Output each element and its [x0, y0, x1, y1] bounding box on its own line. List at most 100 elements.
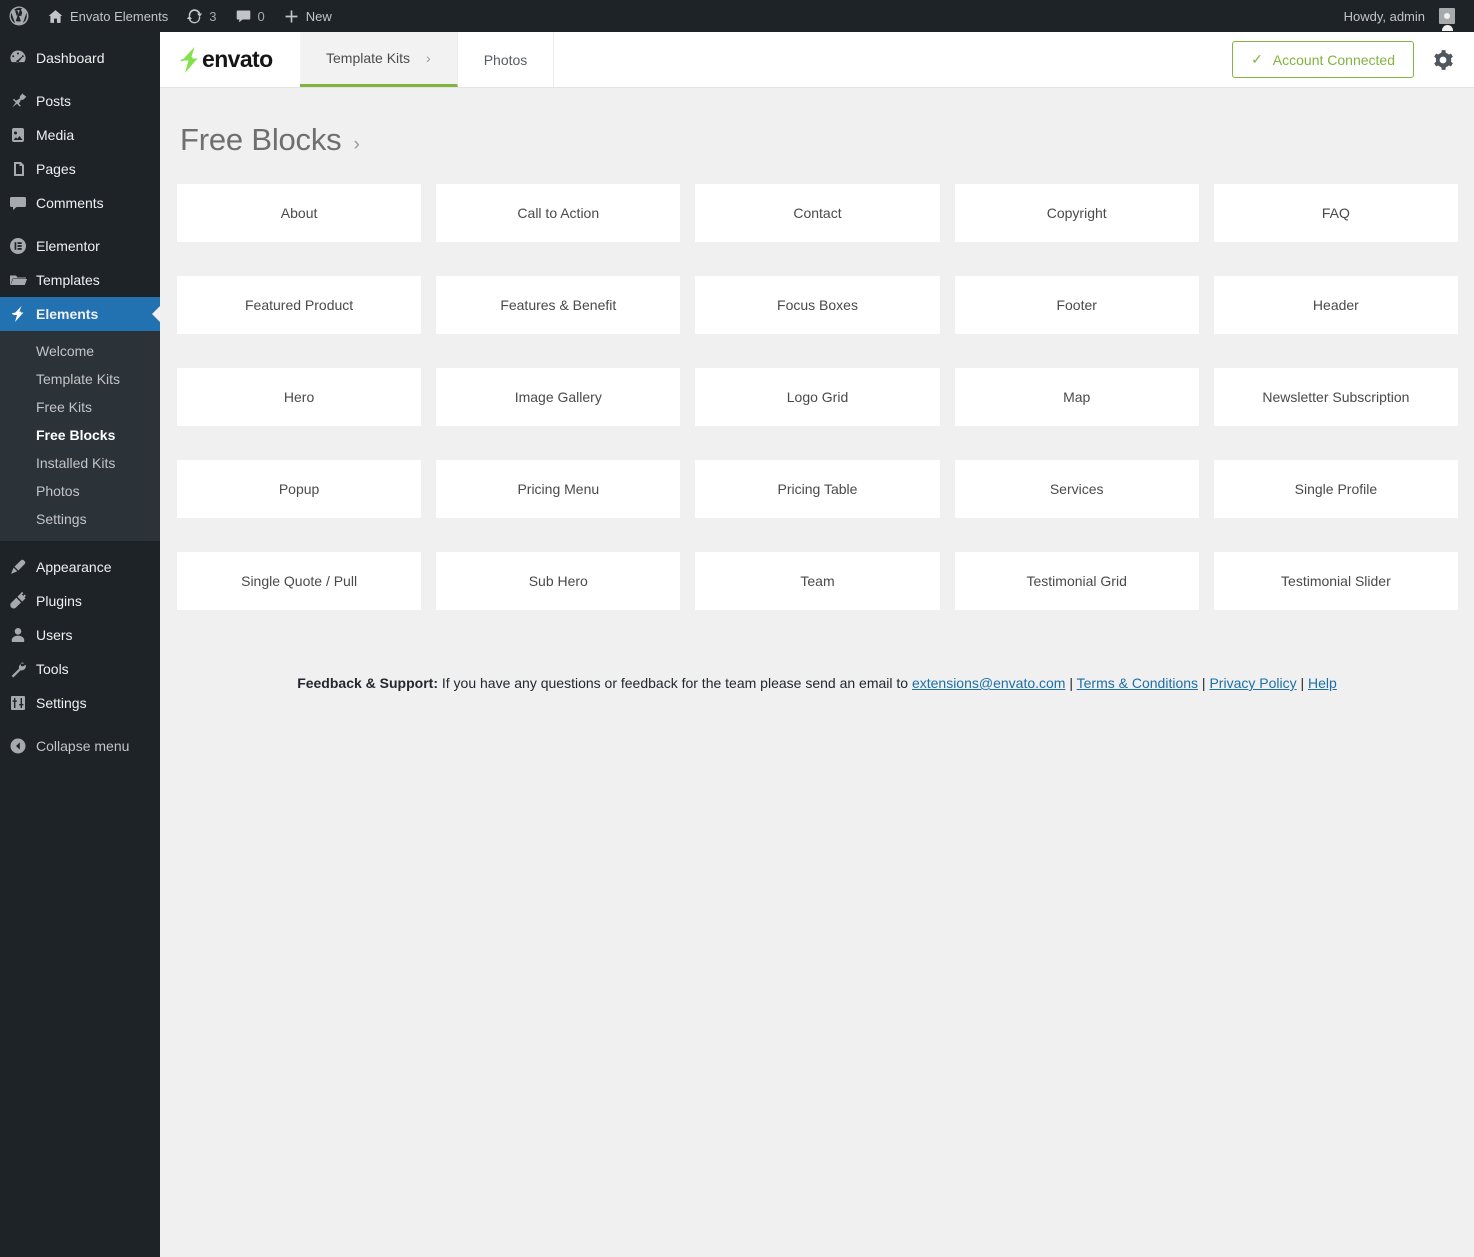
- sidebar-item-appearance[interactable]: Appearance: [0, 550, 160, 584]
- block-card[interactable]: Image Gallery: [436, 368, 681, 426]
- sidebar-item-label: Settings: [36, 695, 87, 711]
- sidebar-item-elements[interactable]: Elements: [0, 297, 160, 331]
- block-card[interactable]: Team: [695, 552, 940, 610]
- feedback-label: Feedback & Support:: [297, 675, 438, 691]
- block-card[interactable]: Map: [954, 368, 1199, 426]
- chevron-right-icon: ›: [426, 50, 431, 66]
- collapse-menu-label: Collapse menu: [36, 738, 130, 754]
- settings-sliders-icon: [0, 693, 36, 713]
- block-card[interactable]: Popup: [177, 460, 422, 518]
- block-card[interactable]: Copyright: [954, 184, 1199, 242]
- comments-menu[interactable]: 0: [226, 0, 274, 32]
- my-account-menu[interactable]: Howdy, admin: [1335, 0, 1464, 32]
- block-card[interactable]: Contact: [695, 184, 940, 242]
- collapse-menu-button[interactable]: Collapse menu: [0, 729, 160, 763]
- settings-gear-button[interactable]: [1432, 49, 1454, 71]
- new-content-menu[interactable]: New: [274, 0, 341, 32]
- collapse-arrow-icon: [0, 736, 36, 756]
- block-card[interactable]: Single Quote / Pull: [177, 552, 422, 610]
- separator: |: [1296, 675, 1309, 691]
- sidebar-item-users[interactable]: Users: [0, 618, 160, 652]
- page-title-text: Free Blocks: [180, 122, 342, 157]
- sidebar-item-label: Users: [36, 627, 73, 643]
- page-title: Free Blocks ›: [180, 122, 1474, 158]
- sidebar-item-pages[interactable]: Pages: [0, 152, 160, 186]
- sidebar-item-templates[interactable]: Templates: [0, 263, 160, 297]
- tab-template-kits[interactable]: Template Kits ›: [300, 32, 458, 87]
- tab-photos-label: Photos: [483, 51, 528, 68]
- sidebar-item-label: Dashboard: [36, 50, 105, 66]
- block-card[interactable]: Featured Product: [177, 276, 422, 334]
- privacy-policy-link[interactable]: Privacy Policy: [1209, 675, 1296, 691]
- block-card[interactable]: About: [177, 184, 422, 242]
- sidebar-item-label: Templates: [36, 272, 100, 288]
- separator: |: [1198, 675, 1210, 691]
- block-card[interactable]: Single Profile: [1213, 460, 1458, 518]
- envato-bolt-icon: [0, 304, 36, 324]
- sidebar-subitem-template-kits[interactable]: Template Kits: [0, 365, 160, 393]
- sidebar-item-label: Comments: [36, 195, 104, 211]
- menu-separator-3: [0, 541, 160, 550]
- brush-icon: [0, 557, 36, 577]
- sidebar-item-tools[interactable]: Tools: [0, 652, 160, 686]
- feedback-text: If you have any questions or feedback fo…: [437, 675, 912, 691]
- block-card[interactable]: Pricing Menu: [436, 460, 681, 518]
- menu-separator-2: [0, 220, 160, 229]
- tab-photos[interactable]: Photos: [458, 32, 555, 87]
- sidebar-item-dashboard[interactable]: Dashboard: [0, 41, 160, 75]
- sidebar-item-label: Posts: [36, 93, 72, 109]
- sidebar-subitem-welcome[interactable]: Welcome: [0, 337, 160, 365]
- block-card[interactable]: Call to Action: [436, 184, 681, 242]
- support-email-link[interactable]: extensions@envato.com: [912, 675, 1066, 691]
- header-right-actions: ✓ Account Connected: [1232, 32, 1474, 87]
- wrench-icon: [0, 659, 36, 679]
- help-link[interactable]: Help: [1308, 675, 1337, 691]
- sidebar-item-comments[interactable]: Comments: [0, 186, 160, 220]
- elements-submenu: Welcome Template Kits Free Kits Free Blo…: [0, 331, 160, 541]
- sidebar-subitem-installed-kits[interactable]: Installed Kits: [0, 449, 160, 477]
- new-label: New: [305, 8, 332, 24]
- sidebar-subitem-settings[interactable]: Settings: [0, 505, 160, 533]
- updates-menu[interactable]: 3: [177, 0, 225, 32]
- sidebar-subitem-free-blocks[interactable]: Free Blocks: [0, 421, 160, 449]
- block-card[interactable]: Header: [1213, 276, 1458, 334]
- comments-count: 0: [257, 8, 265, 24]
- block-card[interactable]: Hero: [177, 368, 422, 426]
- pin-icon: [0, 91, 36, 111]
- sidebar-subitem-free-kits[interactable]: Free Kits: [0, 393, 160, 421]
- sidebar-item-settings[interactable]: Settings: [0, 686, 160, 720]
- check-icon: ✓: [1251, 51, 1263, 67]
- sidebar-item-plugins[interactable]: Plugins: [0, 584, 160, 618]
- site-name-menu[interactable]: Envato Elements: [38, 0, 177, 32]
- account-connected-button[interactable]: ✓ Account Connected: [1232, 41, 1414, 78]
- block-card[interactable]: Focus Boxes: [695, 276, 940, 334]
- folder-icon: [0, 270, 36, 290]
- block-card[interactable]: Features & Benefit: [436, 276, 681, 334]
- admin-bar-left: Envato Elements 3 0 New: [0, 0, 341, 32]
- plug-icon: [0, 591, 36, 611]
- sidebar-item-elementor[interactable]: Elementor: [0, 229, 160, 263]
- free-blocks-grid: About Call to Action Contact Copyright F…: [177, 184, 1458, 610]
- block-card[interactable]: Pricing Table: [695, 460, 940, 518]
- block-card[interactable]: Sub Hero: [436, 552, 681, 610]
- comment-bubble-icon: [235, 8, 252, 25]
- block-card[interactable]: Footer: [954, 276, 1199, 334]
- plus-icon: [283, 8, 300, 25]
- block-card[interactable]: Services: [954, 460, 1199, 518]
- block-card[interactable]: Newsletter Subscription: [1213, 368, 1458, 426]
- sidebar-item-posts[interactable]: Posts: [0, 84, 160, 118]
- media-icon: [0, 125, 36, 145]
- sidebar-item-media[interactable]: Media: [0, 118, 160, 152]
- block-card[interactable]: Testimonial Grid: [954, 552, 1199, 610]
- block-card[interactable]: FAQ: [1213, 184, 1458, 242]
- block-card[interactable]: Logo Grid: [695, 368, 940, 426]
- pages-icon: [0, 159, 36, 179]
- block-card[interactable]: Testimonial Slider: [1213, 552, 1458, 610]
- wordpress-logo-menu[interactable]: [0, 0, 38, 32]
- sidebar-subitem-photos[interactable]: Photos: [0, 477, 160, 505]
- updates-count: 3: [209, 8, 217, 24]
- admin-bar-right: Howdy, admin: [1335, 0, 1474, 32]
- wp-admin-bar: Envato Elements 3 0 New Howdy, admin: [0, 0, 1474, 32]
- terms-conditions-link[interactable]: Terms & Conditions: [1077, 675, 1198, 691]
- envato-logo[interactable]: envato: [160, 32, 300, 87]
